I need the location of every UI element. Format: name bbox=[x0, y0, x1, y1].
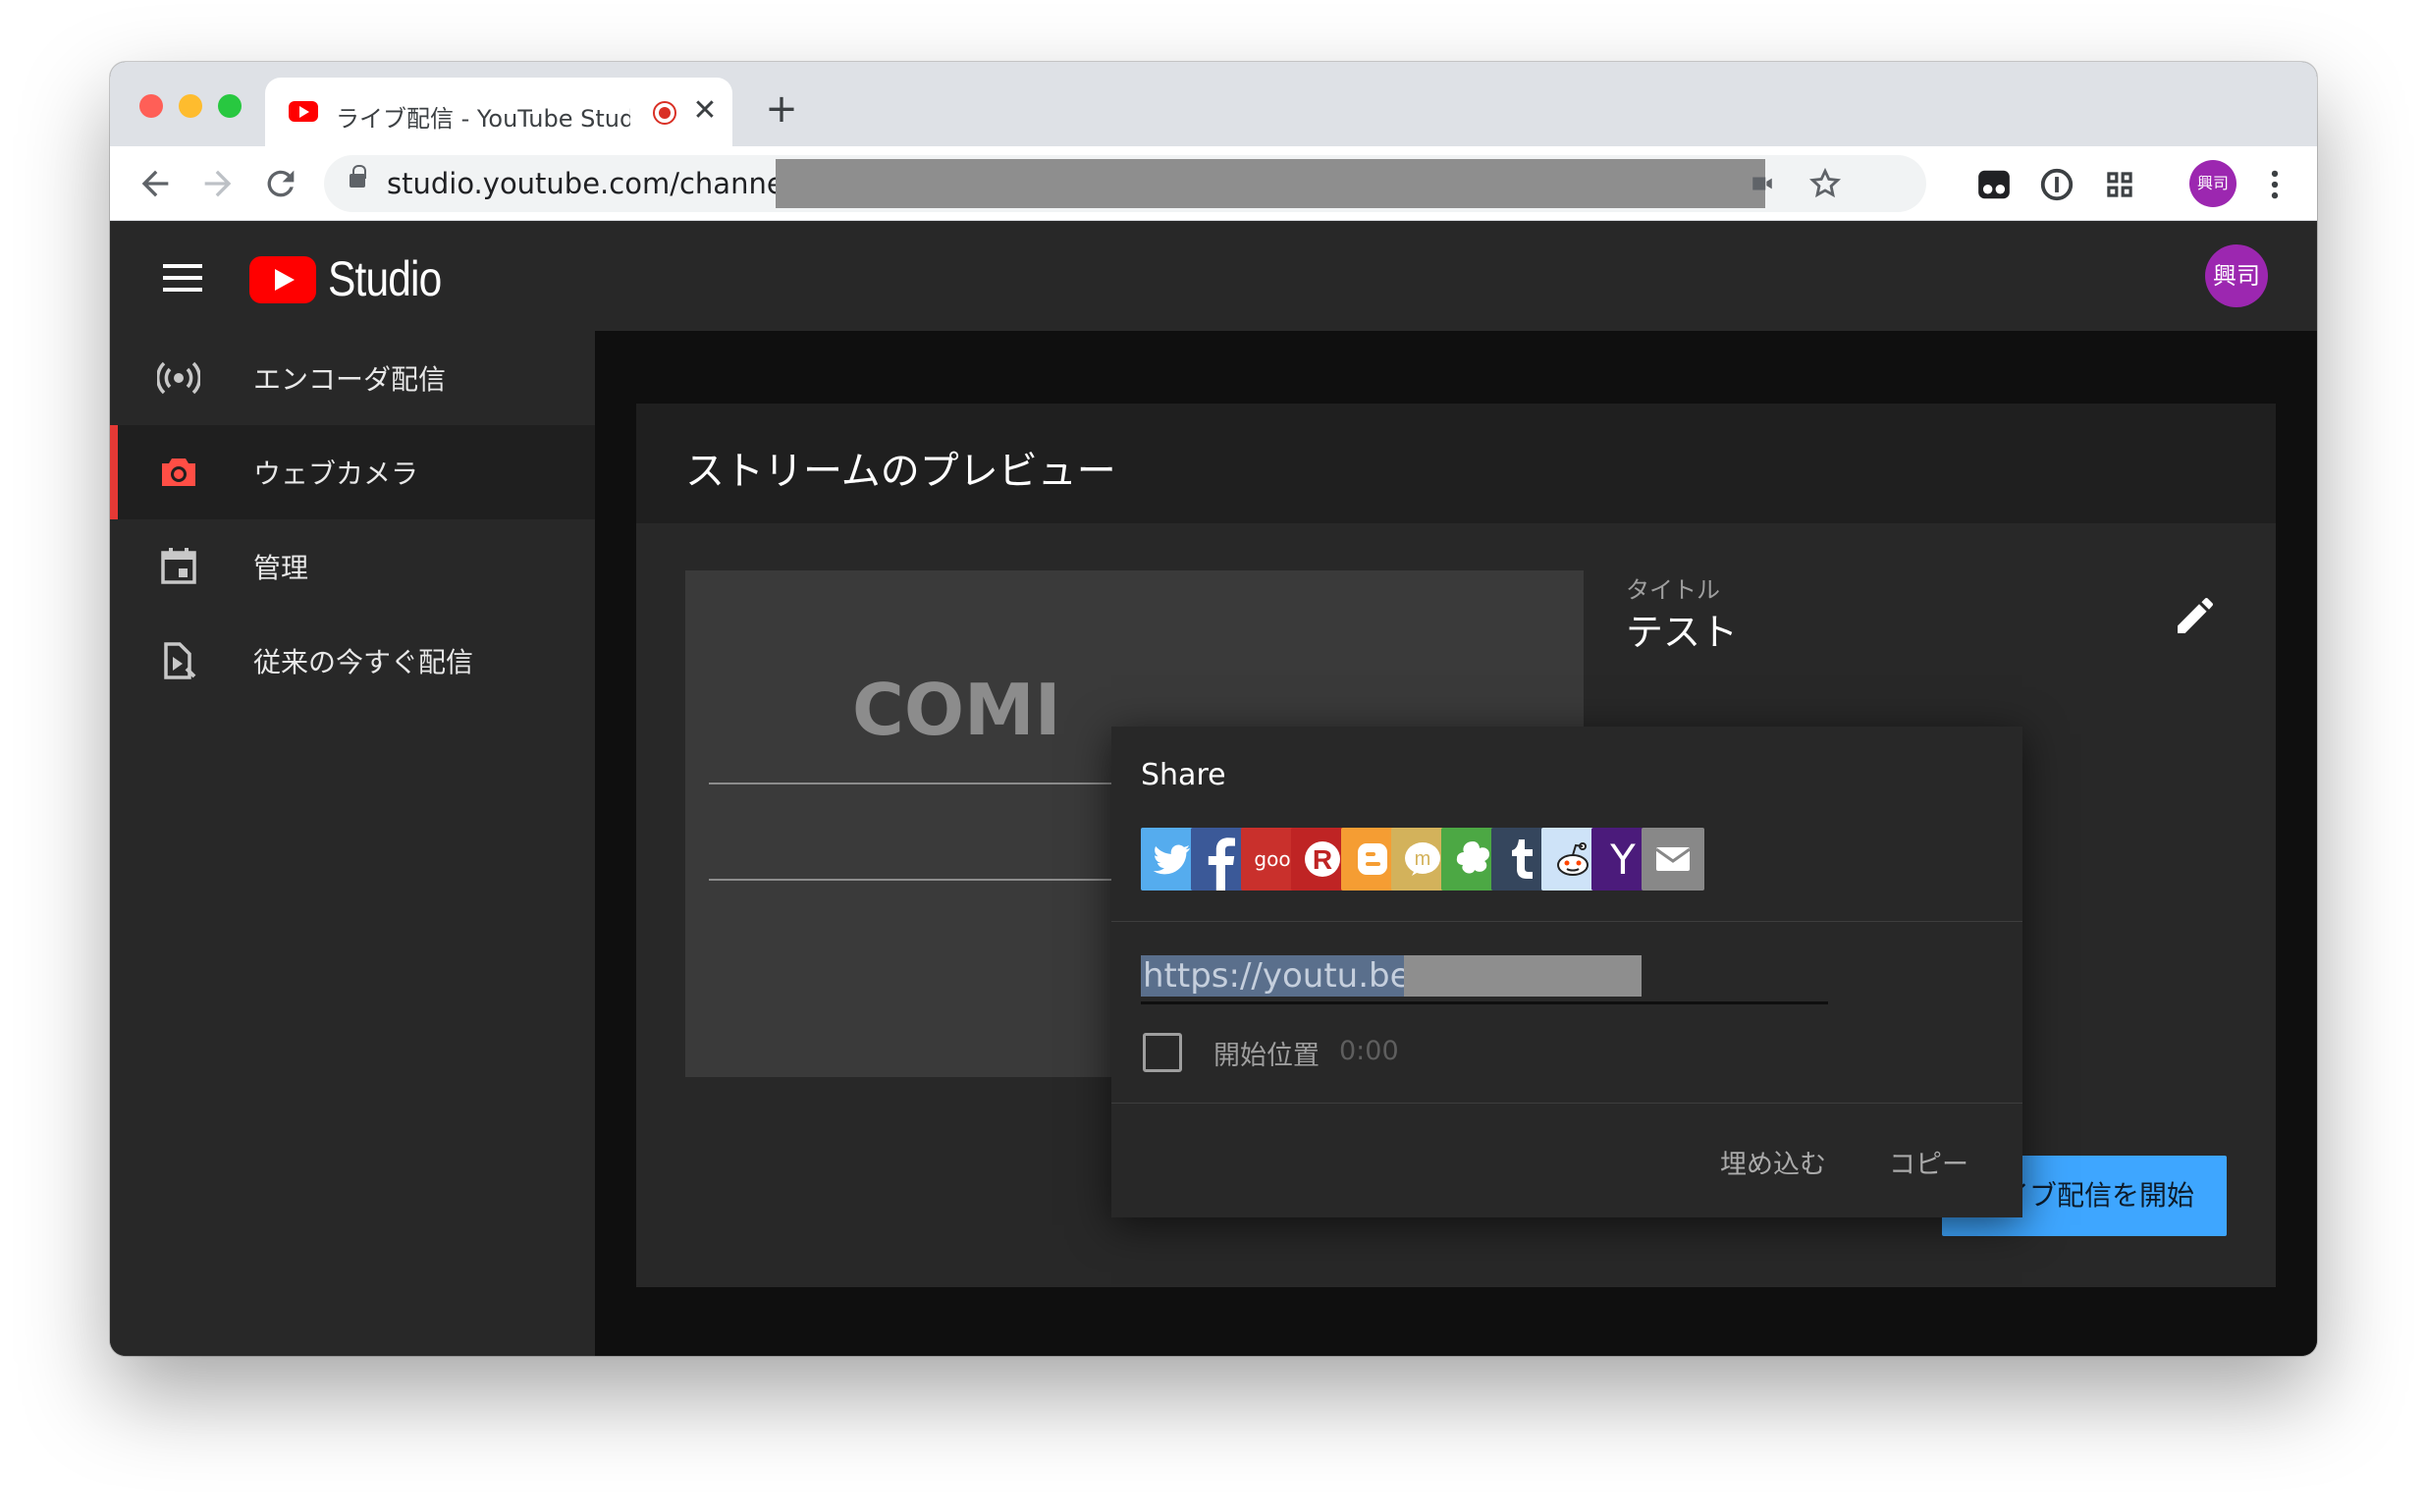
copy-button[interactable]: コピー bbox=[1889, 1143, 1968, 1181]
browser-toolbar: studio.youtube.com/channel/ 興司 bbox=[110, 146, 2317, 221]
share-dialog-title: Share bbox=[1141, 758, 1226, 792]
share-divider bbox=[1111, 921, 2022, 922]
camera-icon bbox=[162, 459, 195, 486]
maximize-window-button[interactable] bbox=[218, 94, 242, 118]
start-at-label: 開始位置 bbox=[1213, 1041, 1320, 1071]
sidebar-item-label: エンコーダ配信 bbox=[253, 363, 447, 396]
lock-icon bbox=[350, 165, 366, 188]
youtube-logo-icon[interactable] bbox=[249, 256, 316, 303]
tab-title: ライブ配信 - YouTube Studio bbox=[336, 105, 630, 133]
camera-in-use-icon[interactable] bbox=[1748, 171, 1777, 196]
edit-pencil-icon[interactable] bbox=[2172, 592, 2219, 639]
tab-strip: ライブ配信 - YouTube Studio ✕ + bbox=[110, 62, 2317, 146]
extension-grid-icon[interactable] bbox=[2101, 166, 2138, 203]
link-redacted-region bbox=[1404, 955, 1642, 997]
back-button[interactable] bbox=[135, 164, 175, 203]
sidebar-item-manage[interactable]: 管理 bbox=[110, 519, 595, 614]
preview-frame-text: COMI bbox=[852, 669, 1061, 751]
broadcast-icon bbox=[157, 361, 200, 395]
sidebar-item-classic-live[interactable]: 従来の今すぐ配信 bbox=[110, 614, 595, 708]
extension-password-icon[interactable] bbox=[2038, 166, 2075, 203]
minimize-window-button[interactable] bbox=[179, 94, 202, 118]
page-title: ストリームのプレビュー bbox=[685, 449, 1116, 494]
card-header: ストリームのプレビュー bbox=[636, 404, 2276, 523]
sidebar-item-webcam[interactable]: ウェブカメラ bbox=[110, 425, 595, 519]
calendar-icon bbox=[161, 548, 196, 584]
close-window-button[interactable] bbox=[139, 94, 163, 118]
url-redacted-region bbox=[776, 159, 1765, 208]
classic-live-icon bbox=[164, 642, 196, 679]
start-at-checkbox[interactable] bbox=[1143, 1033, 1182, 1072]
more-vert-icon[interactable] bbox=[2256, 166, 2293, 203]
address-bar[interactable]: studio.youtube.com/channel/ bbox=[324, 155, 1926, 212]
sidebar-item-label: 管理 bbox=[253, 552, 309, 584]
title-field-value: テスト bbox=[1626, 611, 1739, 654]
recording-indicator-icon bbox=[653, 101, 676, 125]
share-dialog: Share goo R m Y https://youtu.be/ 開始位置 0… bbox=[1111, 727, 2022, 1217]
browser-window: ライブ配信 - YouTube Studio ✕ + studio.youtub… bbox=[110, 62, 2317, 1356]
arrow-left-icon bbox=[141, 170, 169, 197]
sidebar-item-label: ウェブカメラ bbox=[253, 458, 419, 490]
youtube-favicon-icon bbox=[289, 101, 318, 122]
studio-logo-text[interactable]: Studio bbox=[328, 250, 442, 307]
browser-tab[interactable]: ライブ配信 - YouTube Studio ✕ bbox=[265, 78, 732, 146]
forward-button[interactable] bbox=[198, 164, 238, 203]
sidebar-item-label: 従来の今すぐ配信 bbox=[253, 646, 474, 678]
bookmark-star-icon[interactable] bbox=[1808, 167, 1842, 200]
embed-button[interactable]: 埋め込む bbox=[1720, 1143, 1826, 1181]
close-tab-button[interactable]: ✕ bbox=[687, 91, 723, 131]
share-link-underline bbox=[1141, 1001, 1828, 1004]
share-email-button[interactable] bbox=[1642, 828, 1704, 891]
email-icon bbox=[1655, 847, 1691, 871]
profile-avatar[interactable]: 興司 bbox=[2189, 160, 2236, 207]
new-tab-button[interactable]: + bbox=[760, 87, 803, 131]
share-link-field[interactable]: https://youtu.be/ bbox=[1141, 955, 1422, 997]
share-divider bbox=[1111, 1103, 2022, 1104]
arrow-right-icon bbox=[204, 170, 232, 197]
url-text: studio.youtube.com/channel/ bbox=[387, 167, 802, 200]
app-header: Studio 興司 bbox=[110, 221, 2317, 331]
svg-text:R: R bbox=[1313, 844, 1332, 875]
title-field-label: タイトル bbox=[1626, 576, 1720, 604]
account-avatar[interactable]: 興司 bbox=[2205, 244, 2268, 307]
svg-text:m: m bbox=[1415, 848, 1431, 870]
extension-tampermonkey-icon[interactable] bbox=[1975, 166, 2013, 203]
reload-button[interactable] bbox=[261, 164, 300, 203]
start-at-time: 0:00 bbox=[1339, 1036, 1399, 1066]
sidebar: エンコーダ配信 ウェブカメラ 管理 従来の今すぐ配信 bbox=[110, 331, 595, 1356]
menu-icon[interactable] bbox=[163, 264, 202, 292]
sidebar-item-encoder[interactable]: エンコーダ配信 bbox=[110, 331, 595, 425]
reload-icon bbox=[267, 170, 295, 197]
